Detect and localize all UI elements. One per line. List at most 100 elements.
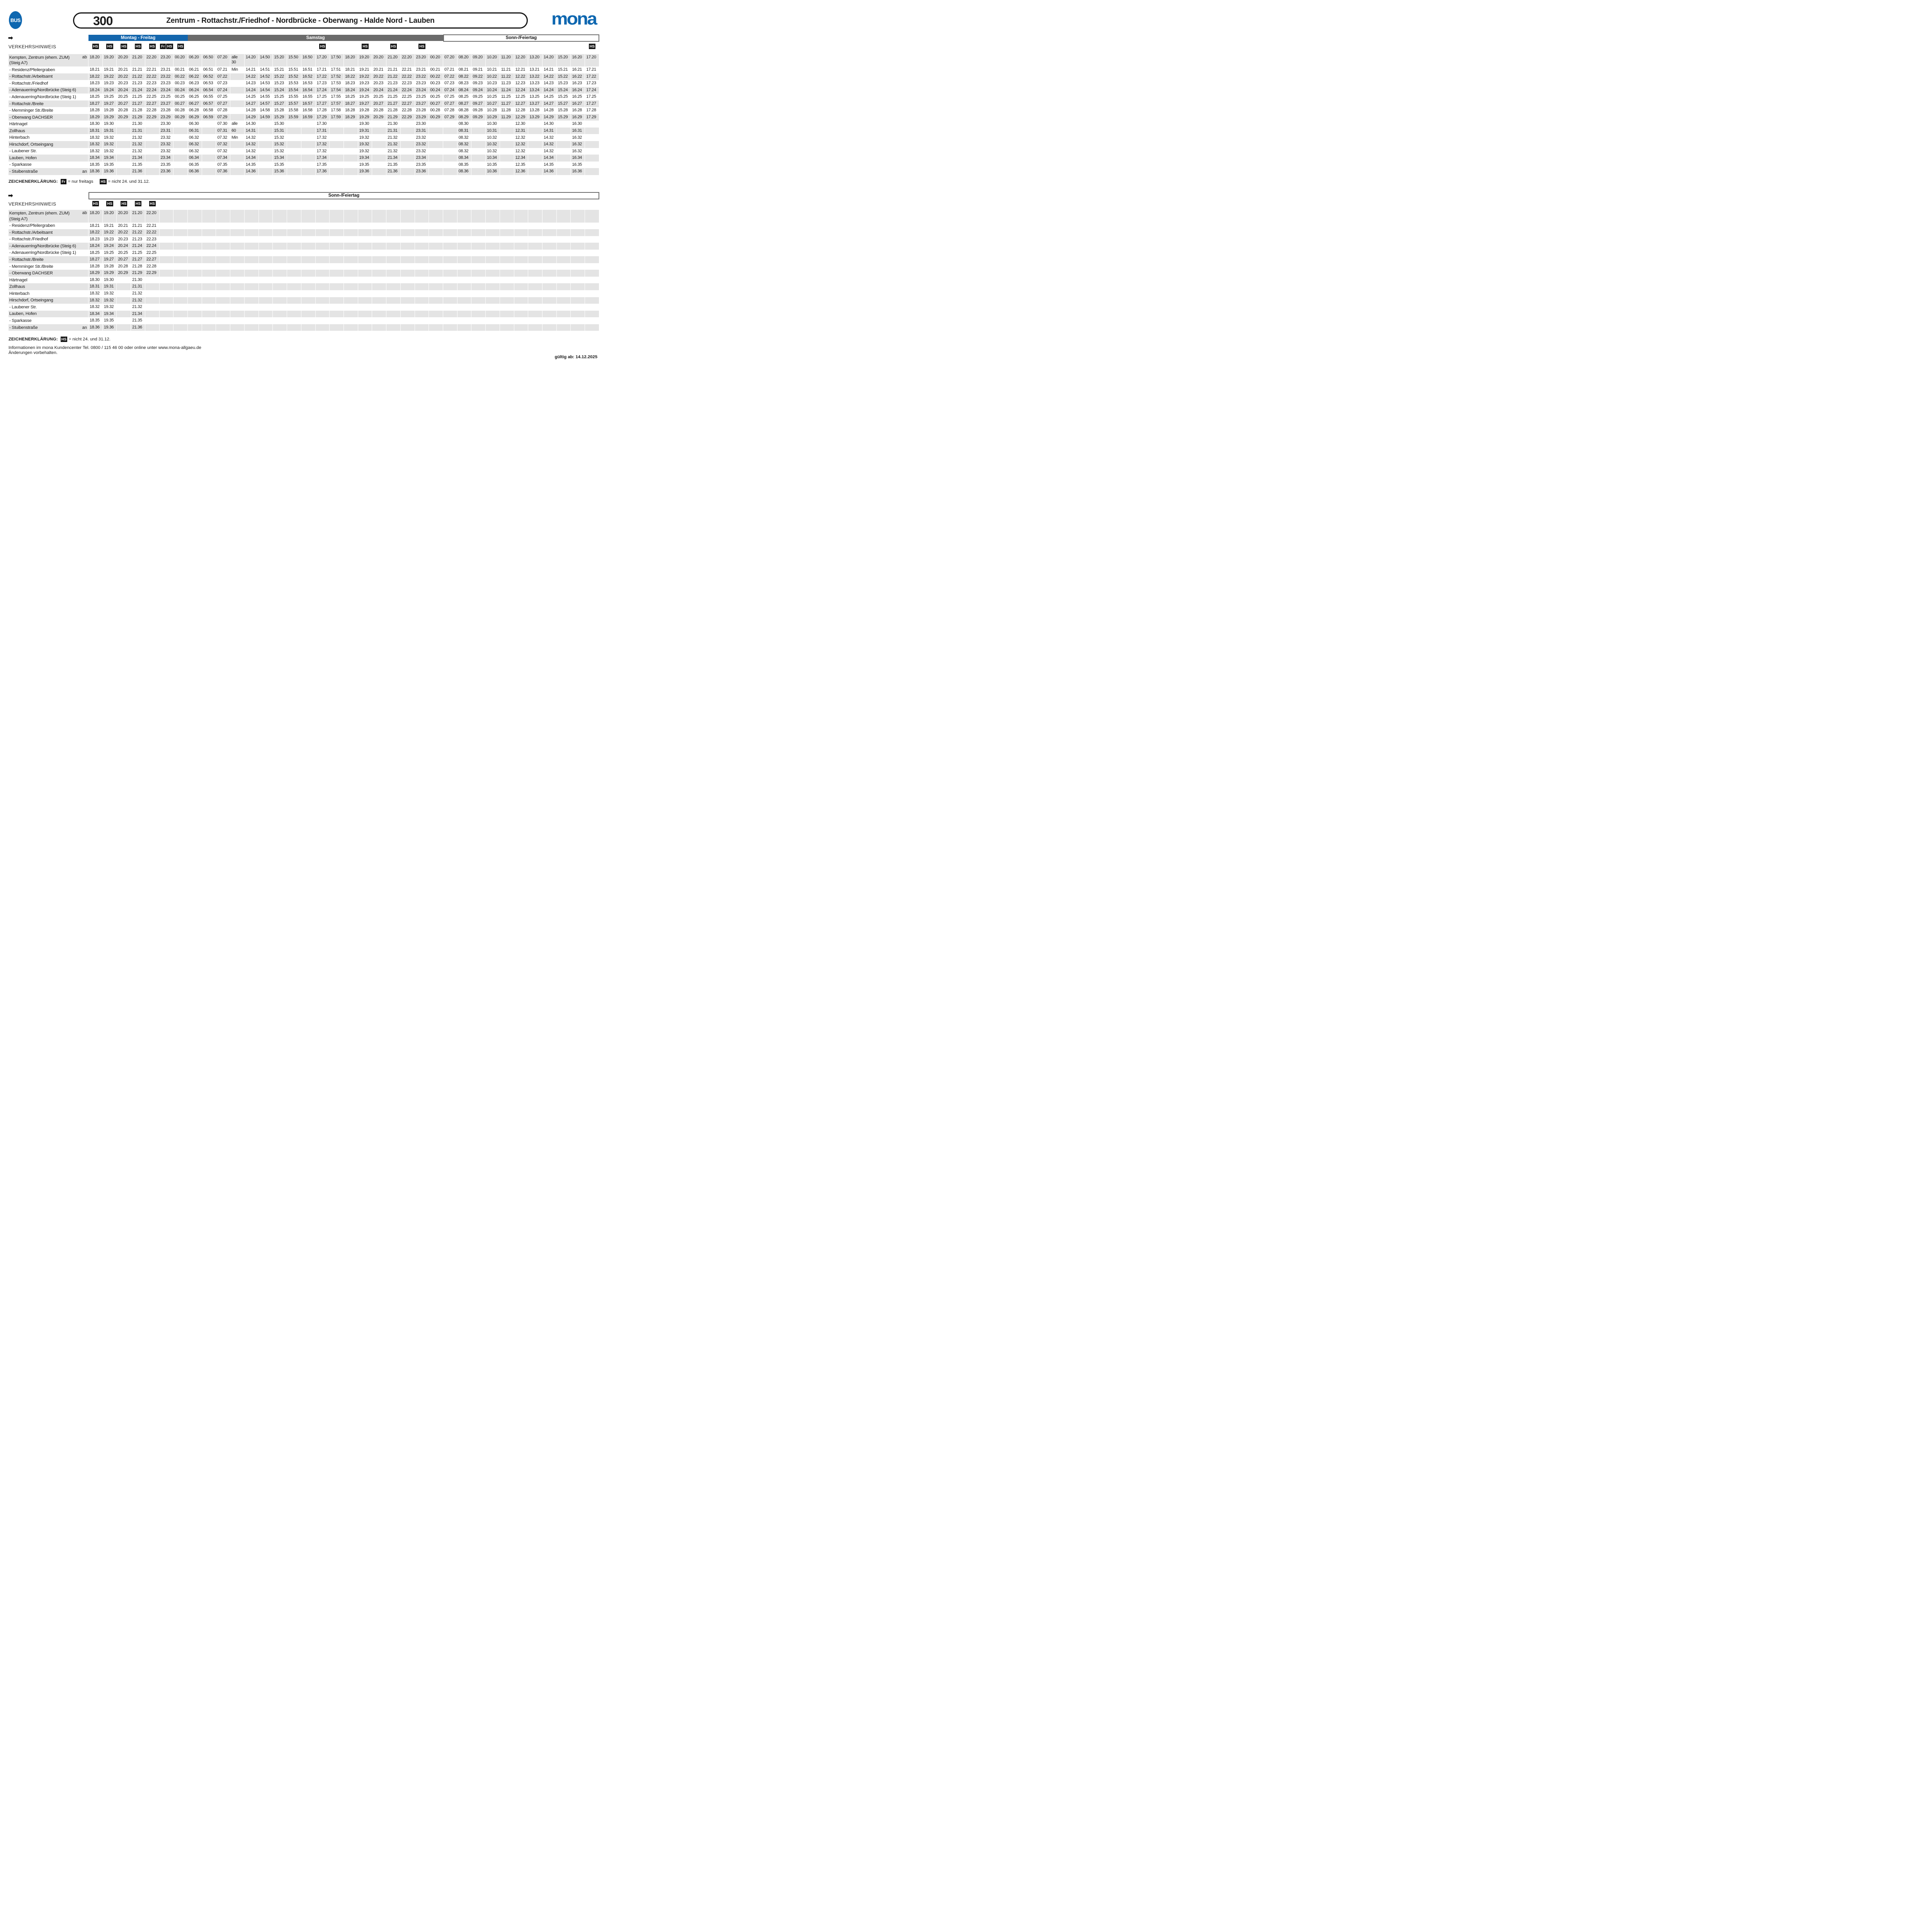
time-cell (259, 121, 273, 128)
station-label-cell: - Stuibenstraßean (9, 324, 88, 331)
station-label-cell: Lauben, Hofen (9, 311, 88, 318)
time-cell: 10.23 (486, 80, 500, 87)
time-cell (585, 243, 599, 250)
time-cell (259, 297, 273, 304)
time-cell (160, 263, 173, 270)
time-cell: 20.20 (117, 210, 131, 223)
time-cell (557, 243, 571, 250)
time-cell (415, 270, 429, 277)
time-cell (372, 223, 386, 230)
time-cell: 23.23 (160, 80, 173, 87)
time-cell: 15.20 (557, 54, 571, 67)
time-cell (117, 155, 131, 162)
time-cell (500, 210, 514, 223)
time-cell (457, 263, 471, 270)
time-cell (117, 162, 131, 168)
time-cell (528, 128, 542, 134)
time-cell (401, 121, 415, 128)
time-cell (230, 311, 244, 318)
time-cell (471, 162, 485, 168)
time-cell (230, 297, 244, 304)
time-cell (415, 256, 429, 263)
time-cell: 14.29 (245, 114, 259, 121)
hs-badge: HS (135, 44, 141, 49)
time-cell (160, 210, 173, 223)
time-cell (301, 256, 315, 263)
time-cell: 20.21 (117, 66, 131, 73)
time-cell: 09.29 (471, 114, 485, 121)
time-cell (358, 236, 372, 243)
time-cell (259, 236, 273, 243)
time-cell (457, 229, 471, 236)
time-cell: 07.32 (216, 141, 230, 148)
station-row: Lauben, Hofen18.3419.3421.34 (9, 311, 599, 318)
time-cell: 16.25 (571, 94, 585, 100)
time-cell: 14.25 (245, 94, 259, 100)
time-cell (160, 250, 173, 257)
time-cell (386, 229, 400, 236)
station-row: - Residenz/Pfeilergraben18.2119.2120.212… (9, 223, 599, 230)
time-cell: 18.20 (88, 54, 102, 67)
time-cell (330, 270, 344, 277)
time-cell (273, 283, 287, 290)
time-cell: 21.28 (386, 107, 400, 114)
time-cell (173, 277, 187, 284)
time-cell: 17.25 (316, 94, 330, 100)
time-cell: 14.58 (259, 107, 273, 114)
time-cell (202, 277, 216, 284)
time-cell (245, 297, 259, 304)
time-cell: 21.27 (131, 256, 145, 263)
time-cell (230, 155, 244, 162)
hinweis-marker-slot: HS (117, 201, 131, 206)
time-cell: 20.25 (372, 94, 386, 100)
time-cell (514, 250, 528, 257)
time-cell: 07.27 (216, 100, 230, 107)
time-cell (528, 134, 542, 141)
time-cell: 23.32 (415, 141, 429, 148)
time-cell: Min (230, 66, 244, 73)
time-cell (457, 283, 471, 290)
time-cell: 06.30 (188, 121, 202, 128)
time-cell: 23.24 (160, 87, 173, 94)
time-cell: 21.28 (131, 263, 145, 270)
station-name: - Memminger Str./Breite (9, 108, 53, 113)
time-cell: 23.29 (415, 114, 429, 121)
time-cell (216, 263, 230, 270)
time-cell: 22.21 (145, 66, 159, 73)
time-cell: 07.22 (216, 73, 230, 80)
time-cell: 22.21 (145, 223, 159, 230)
time-cell (316, 270, 330, 277)
time-cell: 07.28 (443, 107, 457, 114)
time-cell: 21.31 (131, 128, 145, 134)
time-cell (259, 256, 273, 263)
arrival-mark: an (82, 169, 87, 174)
hinweis-marker-slot: HS (117, 44, 131, 49)
station-label-cell: - Memminger Str./Breite (9, 263, 88, 270)
time-cell: 17.27 (316, 100, 330, 107)
time-cell: 11.27 (500, 100, 514, 107)
time-cell (429, 283, 443, 290)
time-cell: 14.55 (259, 94, 273, 100)
time-cell (585, 317, 599, 324)
time-cell (557, 162, 571, 168)
time-cell (316, 304, 330, 311)
time-cell (500, 162, 514, 168)
time-cell: 21.22 (386, 73, 400, 80)
station-row: - Rottachstr./Friedhof18.2319.2320.2321.… (9, 236, 599, 243)
time-cell (259, 155, 273, 162)
time-cell (287, 134, 301, 141)
time-cell (571, 324, 585, 331)
station-name: Zollhaus (9, 284, 25, 289)
time-cell: 19.25 (358, 94, 372, 100)
time-cell (500, 229, 514, 236)
time-cell: 09.28 (471, 107, 485, 114)
time-cell: 14.31 (543, 128, 556, 134)
time-cell (585, 283, 599, 290)
time-cell (301, 297, 315, 304)
time-cell: 20.28 (372, 107, 386, 114)
time-cell: 22.20 (145, 54, 159, 67)
time-cell (457, 317, 471, 324)
time-cell: 23.34 (160, 155, 173, 162)
time-cell (471, 210, 485, 223)
time-cell (500, 304, 514, 311)
